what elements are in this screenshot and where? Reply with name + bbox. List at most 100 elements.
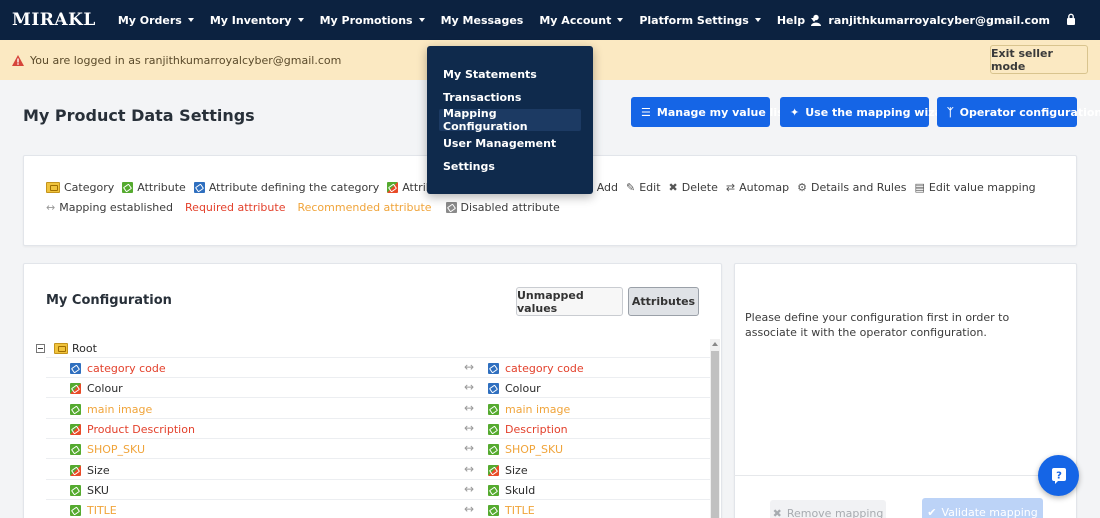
nav-menu: My Orders My Inventory My Promotions My Mes…: [110, 14, 825, 27]
right-attribute[interactable]: Size: [488, 464, 528, 477]
attributes-button[interactable]: Attributes: [628, 287, 699, 316]
mapping-arrow-icon: ↔: [464, 502, 475, 517]
nav-item-label: My Orders: [117, 13, 182, 27]
attribute-icon: [488, 484, 499, 496]
right-attribute-label: Size: [505, 463, 528, 477]
left-attribute[interactable]: category code: [70, 362, 166, 375]
help-button[interactable]: ?: [1038, 455, 1079, 496]
attribute-icon: [122, 182, 134, 193]
menu-item-mapping-configuration[interactable]: Mapping Configuration: [439, 107, 581, 133]
warning-icon: [12, 54, 24, 66]
attribute-icon: [70, 505, 81, 517]
unmapped-values-button[interactable]: Unmapped values: [516, 287, 623, 316]
right-attribute-label: Colour: [505, 382, 541, 396]
nav-item-my-messages[interactable]: My Messages: [441, 14, 524, 27]
legend-recommended: Recommended attribute: [297, 201, 432, 214]
left-attribute[interactable]: Colour: [70, 382, 123, 395]
user-account[interactable]: ranjithkumarroyalcyber@gmail.com: [810, 0, 1050, 40]
exit-seller-mode-button[interactable]: Exit seller mode: [990, 45, 1088, 74]
nav-item-my-promotions[interactable]: My Promotions: [320, 14, 425, 27]
caret-down-icon: [617, 18, 624, 22]
nav-item-my-orders[interactable]: My Orders: [118, 14, 194, 27]
right-attribute[interactable]: SkuId: [488, 484, 535, 497]
gear-icon: ⚙: [797, 181, 807, 194]
caret-down-icon: [418, 18, 425, 22]
table-row[interactable]: TITLE ↔ TITLE: [46, 500, 710, 518]
table-row[interactable]: main image ↔ main image: [46, 399, 710, 419]
table-row[interactable]: SKU ↔ SkuId: [46, 480, 710, 500]
double-arrow-icon: ↔: [46, 201, 56, 214]
user-icon: [811, 14, 822, 26]
scroll-thumb[interactable]: [711, 351, 719, 518]
attribute-defining-icon: [193, 182, 205, 193]
manage-value-lists-label: Manage my value lists: [656, 105, 796, 119]
table-row[interactable]: Product Description ↔ Description: [46, 419, 710, 439]
left-attribute[interactable]: SHOP_SKU: [70, 443, 145, 456]
disabled-attribute-icon: [445, 202, 457, 213]
delete-icon: ✖: [668, 181, 678, 194]
manage-value-lists-button[interactable]: ☰ Manage my value lists: [631, 97, 796, 127]
left-attribute[interactable]: Size: [70, 464, 110, 477]
right-attribute[interactable]: SHOP_SKU: [488, 443, 563, 456]
left-attribute[interactable]: SKU: [70, 484, 109, 497]
collapse-icon[interactable]: [36, 344, 45, 353]
caret-down-icon: [754, 18, 761, 22]
left-attribute[interactable]: Product Description: [70, 423, 195, 436]
attribute-icon: [70, 383, 81, 395]
right-attribute[interactable]: main image: [488, 403, 570, 416]
left-attribute[interactable]: main image: [70, 403, 152, 416]
table-row[interactable]: SHOP_SKU ↔ SHOP_SKU: [46, 439, 710, 460]
operator-panel: [734, 263, 1077, 518]
remove-mapping-button[interactable]: ✖ Remove mapping: [770, 500, 886, 518]
legend-row-2: ↔ Mapping established Required attribute …: [46, 201, 568, 214]
left-attribute-label: category code: [87, 362, 166, 375]
operator-configuration-label: Operator configuration: [959, 105, 1100, 119]
menu-item-transactions[interactable]: Transactions: [439, 86, 581, 108]
attribute-icon: [70, 464, 81, 476]
legend-required: Required attribute: [185, 201, 286, 214]
validate-mapping-button[interactable]: ✔ Validate mapping: [922, 498, 1043, 518]
mapping-arrow-icon: ↔: [464, 420, 475, 435]
table-row[interactable]: category code ↔ category code: [46, 358, 710, 378]
legend-disabled: Disabled attribute: [445, 201, 560, 214]
attribute-icon: [488, 383, 499, 395]
legend-row-1: Category Attribute Attribute defining th…: [46, 181, 474, 194]
shuffle-icon: ⇄: [725, 181, 736, 194]
menu-item-settings[interactable]: Settings: [439, 155, 581, 177]
scroll-up-arrow[interactable]: [712, 342, 718, 346]
attribute-with-values-icon: [387, 182, 399, 193]
right-attribute[interactable]: Description: [488, 423, 568, 436]
nav-item-my-account[interactable]: My Account: [539, 14, 624, 27]
attribute-icon: [488, 505, 499, 517]
table-icon: ▤: [914, 181, 925, 194]
mirakl-logo[interactable]: MIRAKL: [12, 10, 96, 30]
caret-down-icon: [297, 18, 304, 22]
menu-item-my-statements[interactable]: My Statements: [439, 63, 581, 85]
lock-icon[interactable]: [1066, 13, 1076, 25]
left-attribute[interactable]: TITLE: [70, 504, 117, 517]
legend-edit: ✎ Edit: [626, 181, 661, 194]
menu-item-user-management[interactable]: User Management: [439, 132, 581, 154]
page-title: My Product Data Settings: [23, 106, 255, 125]
scrollbar[interactable]: [710, 339, 720, 518]
nav-item-my-inventory[interactable]: My Inventory: [210, 14, 304, 27]
my-account-dropdown: My Statements Transactions Mapping Configu…: [427, 46, 593, 194]
attribute-icon: [70, 484, 81, 496]
list-icon: ☰: [641, 105, 651, 119]
mapping-wizard-button[interactable]: ✦ Use the mapping wizard: [780, 97, 955, 127]
operator-configuration-button[interactable]: ᛉ Operator configuration: [937, 97, 1100, 127]
right-attribute[interactable]: TITLE: [488, 504, 535, 517]
table-row[interactable]: Colour ↔ Colour: [46, 378, 710, 399]
operator-panel-message: Please define your configuration first i…: [745, 311, 1010, 339]
caret-down-icon: [187, 18, 194, 22]
nav-item-label: Help: [776, 13, 806, 27]
legend-details: ⚙ Details and Rules: [797, 181, 907, 194]
attribute-icon: [488, 403, 499, 415]
legend-attribute: Attribute: [122, 181, 186, 194]
left-attribute-label: SHOP_SKU: [87, 443, 145, 457]
mapping-arrow-icon: ↔: [464, 380, 475, 395]
nav-item-platform-settings[interactable]: Platform Settings: [639, 14, 761, 27]
right-attribute[interactable]: category code: [488, 362, 584, 375]
right-attribute[interactable]: Colour: [488, 382, 541, 395]
table-row[interactable]: Size ↔ Size: [46, 460, 710, 480]
